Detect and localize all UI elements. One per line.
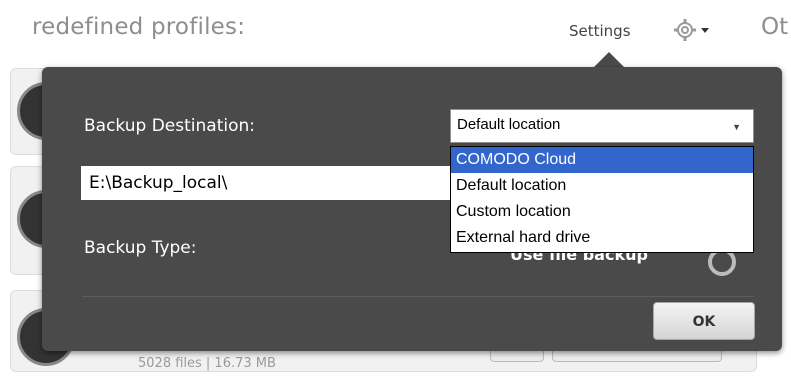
page-title: redefined profiles: [32, 14, 246, 40]
gear-icon[interactable] [672, 16, 712, 44]
chevron-down-icon: ▼ [732, 122, 741, 132]
chevron-down-icon [701, 28, 709, 33]
ok-button[interactable]: OK [653, 302, 755, 340]
dropdown-option-custom-location[interactable]: Custom location [451, 199, 753, 225]
backup-type-label: Backup Type: [84, 238, 197, 258]
destination-dropdown-list: COMODO Cloud Default location Custom loc… [450, 146, 754, 253]
destination-path-input[interactable] [81, 166, 450, 200]
backup-destination-select[interactable]: Default location ▼ [450, 109, 754, 143]
settings-link[interactable]: Settings [569, 22, 631, 40]
select-value: Default location [457, 116, 561, 133]
dropdown-option-comodo-cloud[interactable]: COMODO Cloud [451, 147, 753, 173]
popup-divider [82, 296, 754, 297]
dropdown-option-external-hard-drive[interactable]: External hard drive [451, 225, 753, 251]
profile-meta: 5028 files | 16.73 MB [138, 356, 276, 371]
other-header: Ot [761, 14, 789, 40]
dropdown-option-default-location[interactable]: Default location [451, 173, 753, 199]
backup-destination-label: Backup Destination: [84, 116, 255, 136]
popup-pointer [593, 52, 625, 68]
